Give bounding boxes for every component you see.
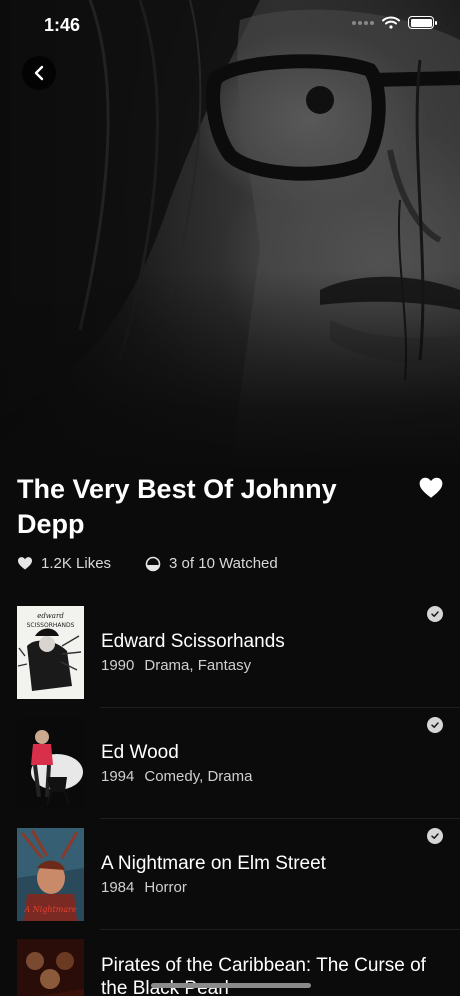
favorite-button[interactable]	[418, 475, 444, 501]
movie-poster	[17, 717, 84, 810]
movie-title: Ed Wood	[101, 742, 179, 763]
svg-text:edward: edward	[37, 612, 64, 620]
watched-stat: 3 of 10 Watched	[145, 555, 278, 572]
home-indicator	[151, 983, 311, 988]
movie-row[interactable]: Ed Wood 1994 Comedy, Drama	[0, 708, 460, 819]
movie-year: 1984	[101, 879, 135, 896]
battery-icon	[408, 16, 437, 29]
status-icons	[352, 16, 437, 29]
movie-title: Edward Scissorhands	[101, 631, 285, 652]
chevron-left-icon	[34, 65, 44, 81]
heart-icon	[419, 477, 443, 498]
movie-meta: 1994 Comedy, Drama	[101, 768, 252, 785]
movie-poster: edward SCISSORHANDS	[17, 606, 84, 699]
movie-meta: 1990 Drama, Fantasy	[101, 657, 251, 674]
movie-title: Pirates of the Caribbean: The Curse of t…	[101, 955, 426, 996]
signal-icon	[352, 20, 374, 25]
movie-row[interactable]: A Nightmare A Nightmare on Elm Street 19…	[0, 819, 460, 930]
hero-portrait-image	[0, 0, 460, 470]
hero-fade-overlay	[0, 270, 460, 470]
watched-check-icon[interactable]	[427, 828, 443, 844]
movie-meta: 1984 Horror	[101, 879, 187, 896]
wifi-icon	[382, 16, 400, 29]
back-button[interactable]	[22, 56, 56, 90]
movie-list: edward SCISSORHANDS Edward Scissorhands …	[0, 597, 460, 996]
likes-count: 1.2K Likes	[41, 555, 112, 572]
movie-poster: A Nightmare	[17, 828, 84, 921]
movie-title: A Nightmare on Elm Street	[101, 853, 326, 874]
heart-small-icon	[18, 557, 32, 570]
progress-circle-icon	[145, 556, 161, 571]
movie-year: 1994	[101, 768, 135, 785]
movie-poster	[17, 939, 84, 996]
collection-stats: 1.2K Likes 3 of 10 Watched	[17, 555, 278, 572]
poster-text: A Nightmare	[23, 905, 77, 914]
watched-check-icon[interactable]	[427, 606, 443, 622]
status-bar: 1:46	[0, 0, 460, 50]
movie-row[interactable]: edward SCISSORHANDS Edward Scissorhands …	[0, 597, 460, 708]
svg-text:SCISSORHANDS: SCISSORHANDS	[27, 622, 75, 629]
collection-title: The Very Best Of Johnny Depp	[17, 474, 337, 539]
status-time: 1:46	[44, 15, 81, 35]
watched-check-icon[interactable]	[427, 717, 443, 733]
watched-count: 3 of 10 Watched	[169, 555, 278, 572]
movie-genres: Horror	[144, 879, 187, 896]
movie-genres: Drama, Fantasy	[144, 657, 252, 674]
movie-genres: Comedy, Drama	[144, 768, 253, 785]
movie-year: 1990	[101, 657, 135, 674]
likes-stat: 1.2K Likes	[17, 555, 111, 572]
